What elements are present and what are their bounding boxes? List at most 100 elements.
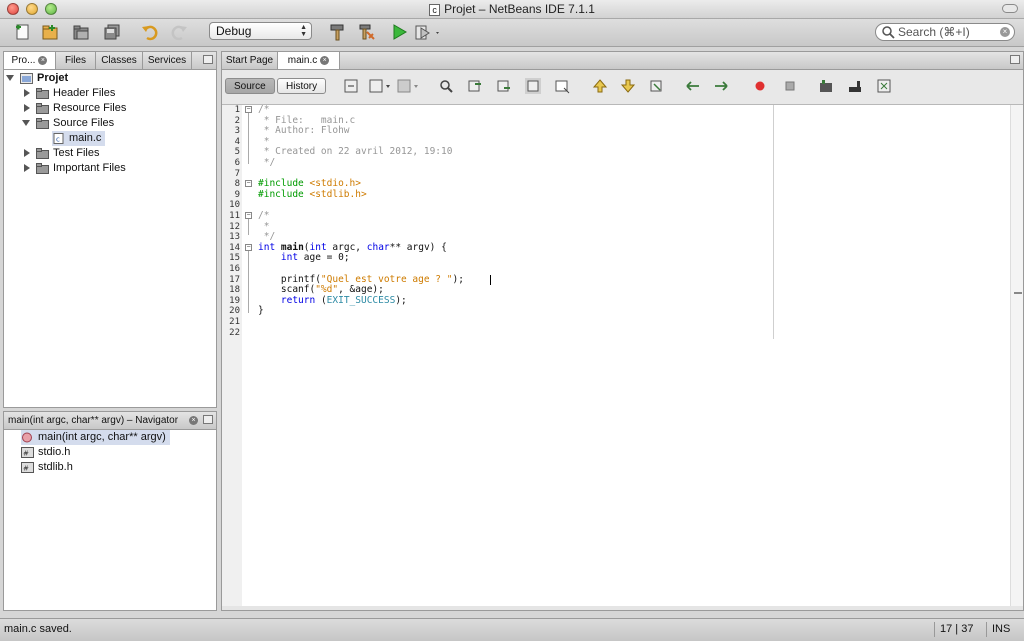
tree-label: main.c [69,132,102,144]
tab-main-c[interactable]: main.c × [278,52,340,69]
code-token: "%d" [315,284,339,296]
c-file-icon: c [53,132,64,144]
toggle-bookmark-icon[interactable] [648,78,664,94]
toggle-rectangular-selection-icon[interactable] [554,78,570,94]
back-dropdown-icon[interactable] [368,78,392,94]
source-view-button[interactable]: Source [225,78,275,94]
tab-start-page[interactable]: Start Page [222,52,278,69]
tab-classes[interactable]: Classes [96,52,143,69]
tree-node-resource-files[interactable]: Resource Files [22,101,126,116]
tab-services[interactable]: Services [143,52,192,69]
expand-triangle-icon[interactable] [6,75,14,82]
comment-icon[interactable] [818,78,834,94]
tab-main-c-label: main.c [287,55,318,66]
new-project-icon[interactable] [39,21,61,43]
horizontal-scrollbar[interactable] [222,606,1023,610]
navigator-item-stdlib[interactable]: # stdlib.h [21,460,73,475]
fold-toggle-icon[interactable]: − [245,180,252,187]
navigator-title-bar: main(int argc, char** argv) – Navigator … [4,412,216,430]
tree-node-test-files[interactable]: Test Files [22,146,99,161]
code-line: return (EXIT_SUCCESS); [258,295,407,307]
fold-toggle-icon[interactable]: − [245,244,252,251]
new-file-icon[interactable] [12,21,34,43]
tree-node-source-files[interactable]: Source Files [22,116,114,131]
folder-icon [36,102,49,114]
open-project-icon[interactable] [70,21,92,43]
svg-text:c: c [56,135,60,143]
shift-left-icon[interactable] [685,78,701,94]
clear-search-icon[interactable]: × [1000,27,1010,37]
navigator-item-main[interactable]: main(int argc, char** argv) [21,430,170,445]
tab-files[interactable]: Files [56,52,96,69]
search-placeholder: Search (⌘+I) [898,25,970,39]
code-token: ); [452,273,464,285]
next-bookmark-icon[interactable] [620,78,636,94]
start-macro-recording-icon[interactable] [752,78,768,94]
find-previous-icon[interactable] [467,78,483,94]
line-number: 18 [229,285,240,296]
collapse-triangle-icon[interactable] [24,89,30,98]
debug-icon[interactable] [413,21,443,43]
tree-node-projet[interactable]: Projet [6,71,68,86]
close-window-button[interactable] [7,3,19,15]
line-number: 5 [234,147,240,158]
minimize-panel-icon[interactable] [203,415,213,424]
tab-projects[interactable]: Pro... × [4,52,56,69]
minimize-window-button[interactable] [26,3,38,15]
code-token: scanf( [258,284,316,296]
caret-position: 17 | 37 [940,623,974,635]
tree-node-header-files[interactable]: Header Files [22,86,115,101]
editor-tab-row: Start Page main.c × [222,52,1023,70]
maximize-editor-icon[interactable] [1010,55,1020,64]
status-divider [934,622,935,637]
editor-panel: Start Page main.c × Source History − − −… [221,51,1024,611]
projects-panel: Pro... × Files Classes Services Projet He… [3,51,217,408]
undo-icon[interactable] [139,21,161,43]
fold-toggle-icon[interactable]: − [245,212,252,219]
collapse-triangle-icon[interactable] [24,164,30,173]
configuration-select[interactable]: Debug ▲ ▼ [209,22,312,40]
tree-node-important-files[interactable]: Important Files [22,161,126,176]
search-input[interactable]: Search (⌘+I) × [875,23,1015,41]
tree-label: Source Files [53,117,115,129]
collapse-triangle-icon[interactable] [24,149,30,158]
expand-triangle-icon[interactable] [22,120,30,127]
status-message: main.c saved. [4,623,72,635]
code-token: main [280,241,304,253]
folder-icon [36,87,49,99]
zoom-window-button[interactable] [45,3,57,15]
last-edit-icon[interactable] [343,78,359,94]
text-cursor [490,275,491,285]
toolbar-toggle-button[interactable] [1002,4,1018,13]
code-editor[interactable]: /* * File: main.c * Author: Flohw * * Cr… [258,104,1011,610]
stop-macro-recording-icon[interactable] [782,78,798,94]
status-divider [986,622,987,637]
diff-icon[interactable] [876,78,892,94]
find-selection-icon[interactable] [438,78,454,94]
shift-right-icon[interactable] [713,78,729,94]
code-token: "Quel est votre age ? " [320,273,453,285]
uncomment-icon[interactable] [847,78,863,94]
previous-bookmark-icon[interactable] [592,78,608,94]
run-icon[interactable] [388,21,410,43]
redo-icon[interactable] [168,21,190,43]
close-tab-icon[interactable]: × [38,55,48,65]
line-number: 20 [229,306,240,317]
line-number: 1 [234,105,240,115]
find-next-icon[interactable] [496,78,512,94]
save-all-icon[interactable] [101,21,123,43]
toggle-highlight-icon[interactable] [525,78,541,94]
clean-build-icon[interactable] [356,21,378,43]
fold-toggle-icon[interactable]: − [245,106,252,113]
minimize-panel-icon[interactable] [203,55,213,64]
close-tab-icon[interactable]: × [189,416,198,425]
forward-dropdown-icon[interactable] [396,78,420,94]
close-tab-icon[interactable]: × [320,55,330,65]
navigator-item-stdio[interactable]: # stdio.h [21,445,70,460]
build-hammer-icon[interactable] [326,21,348,43]
history-view-button[interactable]: History [277,78,327,94]
editor-toolbar: Source History [222,70,1023,105]
tree-node-main-c[interactable]: c main.c [52,131,106,146]
collapse-triangle-icon[interactable] [24,104,30,113]
